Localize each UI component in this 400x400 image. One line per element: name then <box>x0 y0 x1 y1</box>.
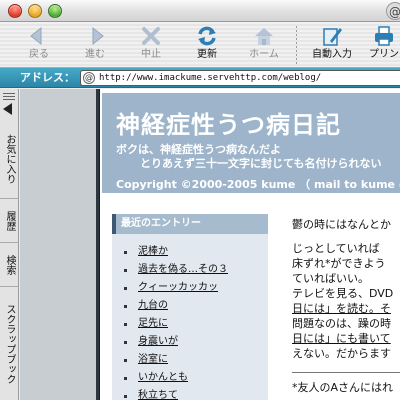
list-item: いかんとも <box>124 369 228 387</box>
recent-entries-box: 最近のエントリー 泥棒か 過去を偽る…その３ クィーッカッカッ 九台の 足先に … <box>112 214 268 400</box>
tab-search[interactable]: 検索 <box>0 243 19 287</box>
stop-button[interactable]: 中止 <box>134 24 168 66</box>
refresh-button[interactable]: 更新 <box>190 24 224 66</box>
blog-tagline-line2: とりあえず三十一文字に封じても名付けられない <box>140 157 382 170</box>
site-icon: @ <box>83 72 95 84</box>
forward-label: 進む <box>85 49 105 60</box>
zoom-window-button[interactable] <box>48 4 62 18</box>
window-title-bar: @ <box>0 0 400 22</box>
list-item: 泥棒か <box>124 243 228 261</box>
refresh-icon <box>198 26 216 46</box>
home-label: ホーム <box>249 49 279 60</box>
entry-link[interactable]: 身震いが <box>138 336 178 347</box>
entry-link[interactable]: 浴室に <box>138 354 168 365</box>
entry-link[interactable]: クィーッカッカッ <box>138 282 218 293</box>
post-line: えない。だからます <box>292 347 391 360</box>
autofill-button[interactable]: 自動入力 <box>308 24 356 66</box>
list-item: 過去を偽る…その３ <box>124 261 228 279</box>
stop-icon <box>142 27 160 45</box>
web-content: 神経症性うつ病日記 ボクは、神経症性うつ病なんだよ とりあえず三十一文字に封じて… <box>100 89 400 400</box>
print-icon <box>375 26 393 46</box>
tab-history[interactable]: 履歴 <box>0 199 19 243</box>
minimize-window-button[interactable] <box>28 4 42 18</box>
entry-link[interactable]: 秋立ちて <box>138 390 178 400</box>
url-text[interactable]: http://www.imackume.servehttp.com/weblog… <box>99 72 321 85</box>
tab-favorites[interactable]: お気に入り <box>0 119 19 199</box>
post-link-line[interactable]: 日には」にも書いて <box>292 331 400 346</box>
post-footnote: *友人のAさんにはれ <box>292 381 394 394</box>
favorites-pane <box>20 89 96 400</box>
back-label: 戻る <box>29 49 49 60</box>
entry-link[interactable]: 足先に <box>138 318 168 329</box>
address-bar: アドレス： @ http://www.imackume.servehttp.co… <box>0 68 400 88</box>
post-line: 鬱の時にはなんとか <box>292 218 391 231</box>
sidebar-grip-icon[interactable] <box>3 93 15 101</box>
refresh-label: 更新 <box>197 49 217 60</box>
post-line: ていればいい。 <box>292 272 369 285</box>
entry-link[interactable]: 過去を偽る…その３ <box>138 264 228 275</box>
at-sign-icon: @ <box>386 2 400 20</box>
entry-link[interactable]: いかんとも <box>138 372 188 383</box>
list-item: 足先に <box>124 315 228 333</box>
post-line: 床ずれ*ができよう <box>292 257 386 270</box>
list-item: クィーッカッカッ <box>124 279 228 297</box>
autofill-icon <box>323 28 342 46</box>
forward-button[interactable]: 進む <box>78 24 112 66</box>
post-link-line[interactable]: 日には」を読む。そ <box>292 301 400 316</box>
home-icon <box>255 28 273 45</box>
entry-link[interactable]: 九台の <box>138 300 168 311</box>
stop-label: 中止 <box>141 49 161 60</box>
explorer-bar-tabs: お気に入り 履歴 検索 スクラップブック <box>0 89 19 400</box>
post-line: 問題なのは、躁の時 <box>292 317 391 330</box>
tab-scrapbook[interactable]: スクラップブック <box>0 287 19 400</box>
list-item: 秋立ちて <box>124 387 228 400</box>
home-button[interactable]: ホーム <box>244 24 284 66</box>
autofill-label: 自動入力 <box>312 49 352 60</box>
post-body: 鬱の時にはなんとか じっとしていれば 床ずれ*ができよう ていればいい。 テレビ… <box>292 217 400 361</box>
list-item: 浴室に <box>124 351 228 369</box>
forward-arrow-icon <box>92 26 104 46</box>
post-line: テレビを見る、DVD <box>292 287 394 300</box>
post-divider <box>292 372 400 373</box>
recent-entries-list: 泥棒か 過去を偽る…その３ クィーッカッカッ 九台の 足先に 身震いが 浴室に … <box>124 243 228 400</box>
blog-title[interactable]: 神経症性うつ病日記 <box>116 105 341 140</box>
print-button[interactable]: プリン <box>364 24 400 66</box>
entry-link[interactable]: 泥棒か <box>138 246 168 257</box>
browser-toolbar: 戻る 進む 中止 更新 ホーム 自動入力 プリン <box>0 22 400 68</box>
collapse-arrow-icon[interactable] <box>3 103 12 115</box>
list-item: 身震いが <box>124 333 228 351</box>
back-arrow-icon <box>30 26 42 46</box>
post-line: じっとしていれば <box>292 242 380 255</box>
blog-banner: 神経症性うつ病日記 ボクは、神経症性うつ病なんだよ とりあえず三十一文字に封じて… <box>102 93 400 193</box>
close-window-button[interactable] <box>8 4 22 18</box>
recent-entries-heading: 最近のエントリー <box>112 214 268 234</box>
blog-copyright: Copyright ©2000-2005 kume （ mail to kume… <box>116 178 400 191</box>
address-label: アドレス： <box>20 71 75 84</box>
list-item: 九台の <box>124 297 228 315</box>
back-button[interactable]: 戻る <box>22 24 56 66</box>
toolbar-separator <box>296 26 297 64</box>
print-label: プリン <box>369 49 399 60</box>
address-field[interactable]: @ http://www.imackume.servehttp.com/webl… <box>80 70 400 86</box>
